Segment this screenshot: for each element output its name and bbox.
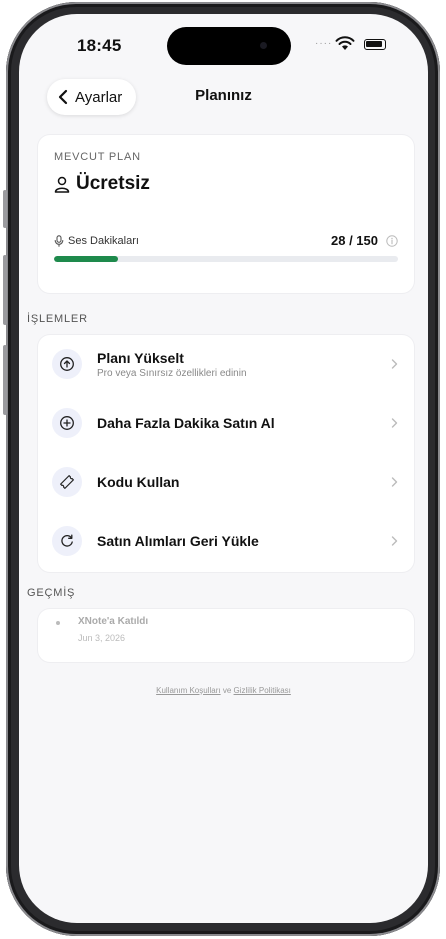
plan-name: Ücretsiz <box>54 173 150 195</box>
actions-card: Planı Yükselt Pro veya Sınırsız özellikl… <box>38 335 414 572</box>
action-text: Satın Alımları Geri Yükle <box>97 533 259 549</box>
action-title: Kodu Kullan <box>97 474 180 490</box>
privacy-link[interactable]: Gizlilik Politikası <box>234 686 291 695</box>
history-item-date: Jun 3, 2026 <box>78 633 126 643</box>
volume-down-button <box>3 345 7 415</box>
arrow-up-circle-icon <box>52 349 82 379</box>
wifi-icon <box>335 36 355 50</box>
plan-section-label: MEVCUT PLAN <box>54 151 141 163</box>
chevron-right-icon <box>391 477 398 487</box>
status-time: 18:45 <box>77 36 122 55</box>
usage-label: Ses Dakikaları <box>54 235 139 247</box>
actions-section-label: İŞLEMLER <box>27 313 88 325</box>
usage-progress-fill <box>54 256 119 262</box>
user-icon <box>54 176 70 193</box>
history-card: XNote'a Katıldı Jun 3, 2026 <box>38 609 414 662</box>
footer-joiner: ve <box>222 686 232 695</box>
history-dot <box>56 621 60 625</box>
action-subtitle: Pro veya Sınırsız özellikleri edinin <box>97 367 247 379</box>
volume-up-button <box>3 255 7 325</box>
history-section-label: GEÇMİŞ <box>27 587 76 599</box>
ticket-icon <box>52 467 82 497</box>
usage-progress-bar <box>54 256 398 262</box>
usage-label-text: Ses Dakikaları <box>68 234 139 247</box>
action-title: Daha Fazla Dakika Satın Al <box>97 415 275 431</box>
restore-icon <box>52 526 82 556</box>
usage-value: 28 / 150 <box>331 233 398 248</box>
action-buy-minutes[interactable]: Daha Fazla Dakika Satın Al <box>38 394 414 452</box>
chevron-right-icon <box>391 536 398 546</box>
camera-dot <box>260 42 267 49</box>
plus-circle-icon <box>52 408 82 438</box>
status-bar: 18:45 ···· <box>19 14 428 74</box>
action-restore-purchases[interactable]: Satın Alımları Geri Yükle <box>38 512 414 570</box>
current-plan-card: MEVCUT PLAN Ücretsiz Ses Dakikaları 28 /… <box>38 135 414 293</box>
action-redeem-code[interactable]: Kodu Kullan <box>38 453 414 511</box>
microphone-icon <box>54 234 64 247</box>
usage-row: Ses Dakikaları 28 / 150 <box>54 233 398 248</box>
action-title: Satın Alımları Geri Yükle <box>97 533 259 549</box>
action-text: Kodu Kullan <box>97 474 179 490</box>
footer: Kullanım Koşulları ve Gizlilik Politikas… <box>19 686 428 695</box>
battery-icon <box>364 39 386 50</box>
screen: 18:45 ···· Ayarlar Planınız MEVCUT PLAN … <box>19 14 428 923</box>
dynamic-island <box>167 27 291 65</box>
action-upgrade-plan[interactable]: Planı Yükselt Pro veya Sınırsız özellikl… <box>38 335 414 393</box>
plan-name-text: Ücretsiz <box>76 173 150 194</box>
terms-link[interactable]: Kullanım Koşulları <box>156 686 220 695</box>
chevron-right-icon <box>391 418 398 428</box>
history-item-title: XNote'a Katıldı <box>78 616 149 627</box>
side-button <box>3 190 7 228</box>
action-title: Planı Yükselt <box>97 349 184 366</box>
page-title: Planınız <box>195 87 252 104</box>
info-icon[interactable] <box>386 234 398 247</box>
usage-value-text: 28 / 150 <box>331 233 378 248</box>
signal-icon: ···· <box>315 38 333 49</box>
action-text: Planı Yükselt Pro veya Sınırsız özellikl… <box>97 350 247 379</box>
action-text: Daha Fazla Dakika Satın Al <box>97 415 275 431</box>
chevron-right-icon <box>391 359 398 369</box>
